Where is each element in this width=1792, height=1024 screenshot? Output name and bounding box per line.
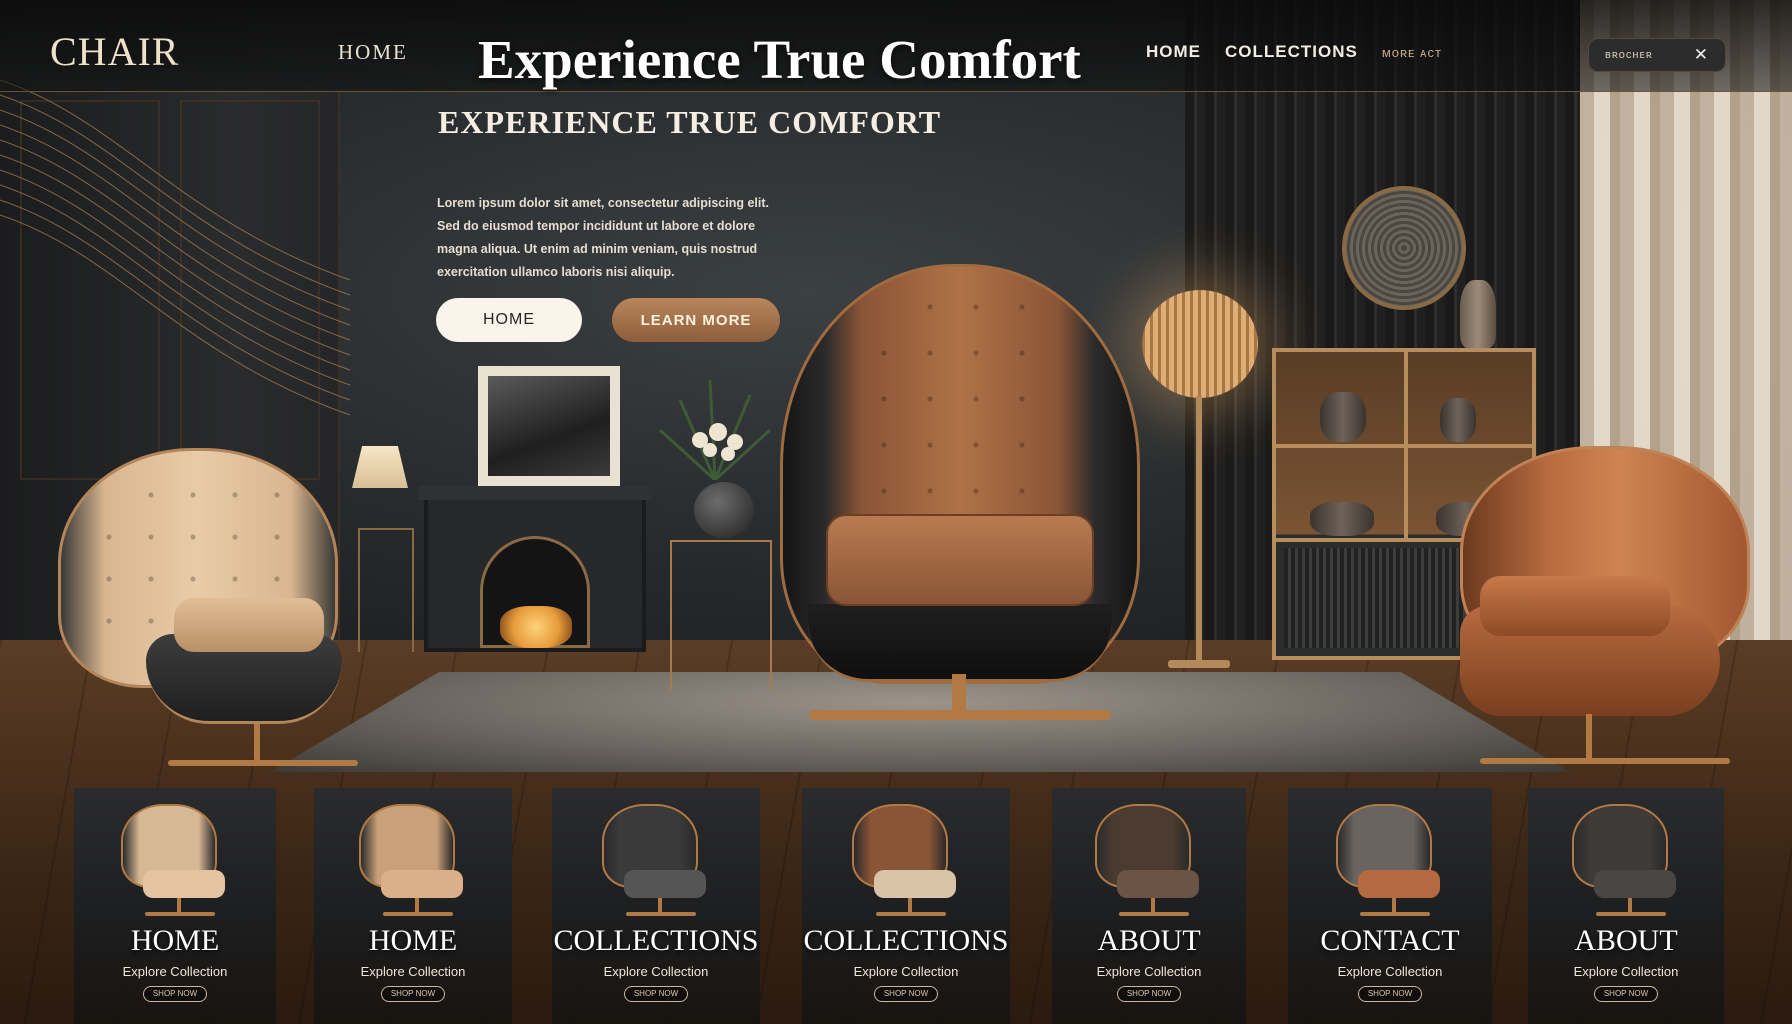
- brand-logo[interactable]: CHAIR: [50, 28, 179, 75]
- learn-more-button[interactable]: LEARN MORE: [612, 298, 780, 342]
- nav-home-link[interactable]: HOME: [1146, 42, 1201, 62]
- chair-seat: [874, 870, 956, 898]
- home-button[interactable]: HOME: [436, 298, 582, 342]
- card-shop-button[interactable]: SHOP NOW: [1594, 986, 1658, 1002]
- nav-pill-label: ʙʀᴏᴄʜᴇʀ: [1605, 49, 1653, 61]
- side-table: [670, 540, 772, 690]
- card-shop-button[interactable]: SHOP NOW: [1358, 986, 1422, 1002]
- chair-thumbnail: [1095, 804, 1203, 916]
- nav-more-link[interactable]: ᴍᴏʀᴇ ᴀᴄᴛ: [1382, 45, 1442, 60]
- chair-seat: [143, 870, 225, 898]
- card-title: HOME: [130, 924, 220, 957]
- close-icon[interactable]: ✕: [1694, 45, 1709, 65]
- card-shop-button[interactable]: SHOP NOW: [381, 986, 445, 1002]
- card-subtitle: Explore Collection: [603, 964, 709, 979]
- chair-seat: [624, 870, 706, 898]
- chair-seat: [1358, 870, 1440, 898]
- category-card[interactable]: HOME Explore Collection SHOP NOW: [314, 788, 512, 1024]
- card-title: COLLECTIONS: [553, 924, 759, 957]
- hero-description-line: exercitation ullamco laboris nisi aliqui…: [437, 265, 675, 279]
- card-shop-button[interactable]: SHOP NOW: [143, 986, 207, 1002]
- lamp-stand: [358, 528, 414, 652]
- card-subtitle: Explore Collection: [1337, 964, 1443, 979]
- chair-thumbnail: [1336, 804, 1444, 916]
- hero-description-line: Lorem ipsum dolor sit amet, consectetur …: [437, 196, 770, 210]
- cream-armchair: [58, 448, 358, 766]
- nav-home-link-left[interactable]: HOME: [338, 40, 408, 65]
- decorative-wall-plate: [1342, 186, 1466, 310]
- card-subtitle: Explore Collection: [122, 964, 228, 979]
- floor-lamp-shade: [1142, 290, 1258, 398]
- chair-thumbnail: [1572, 804, 1680, 916]
- hero-description-line: Sed do eiusmod tempor incididunt ut labo…: [437, 219, 756, 233]
- category-card[interactable]: ABOUT Explore Collection SHOP NOW: [1052, 788, 1246, 1024]
- chair-seat: [1594, 870, 1676, 898]
- card-title: COLLECTIONS: [803, 924, 1009, 957]
- hero-description-line: magna aliqua. Ut enim ad minim veniam, q…: [437, 242, 758, 256]
- category-card[interactable]: ABOUT Explore Collection SHOP NOW: [1528, 788, 1724, 1024]
- floor-lamp-pole: [1196, 396, 1202, 666]
- chair-seat: [1117, 870, 1199, 898]
- nav-pill-button[interactable]: ʙʀᴏᴄʜᴇʀ ✕: [1588, 38, 1726, 72]
- category-card[interactable]: COLLECTIONS Explore Collection SHOP NOW: [802, 788, 1010, 1024]
- card-title: HOME: [368, 924, 458, 957]
- nav-collections-link[interactable]: COLLECTIONS: [1225, 42, 1358, 62]
- floor-lamp-base: [1168, 660, 1230, 668]
- chair-thumbnail: [121, 804, 229, 916]
- card-title: CONTACT: [1320, 924, 1460, 957]
- hero-title: Experience True Comfort: [478, 29, 1081, 90]
- chair-seat: [381, 870, 463, 898]
- card-title: ABOUT: [1097, 924, 1201, 957]
- chair-thumbnail: [852, 804, 960, 916]
- card-subtitle: Explore Collection: [853, 964, 959, 979]
- cognac-armchair: [1460, 446, 1760, 764]
- category-card[interactable]: COLLECTIONS Explore Collection SHOP NOW: [552, 788, 760, 1024]
- card-shop-button[interactable]: SHOP NOW: [1117, 986, 1181, 1002]
- chair-thumbnail: [602, 804, 710, 916]
- primary-nav: HOME COLLECTIONS ᴍᴏʀᴇ ᴀᴄᴛ: [1146, 42, 1442, 62]
- framed-painting: [478, 366, 620, 486]
- featured-leather-chair: [780, 264, 1140, 724]
- hero-scene: CHAIR HOME Experience True Comfort HOME …: [0, 0, 1792, 1024]
- card-subtitle: Explore Collection: [1096, 964, 1202, 979]
- vase: [694, 482, 754, 538]
- card-shop-button[interactable]: SHOP NOW: [624, 986, 688, 1002]
- card-title: ABOUT: [1574, 924, 1678, 957]
- category-card[interactable]: HOME Explore Collection SHOP NOW: [74, 788, 276, 1024]
- card-subtitle: Explore Collection: [1573, 964, 1679, 979]
- fireplace: [418, 486, 652, 652]
- tall-vase: [1460, 280, 1496, 348]
- flower-arrangement: [658, 379, 772, 480]
- category-card[interactable]: CONTACT Explore Collection SHOP NOW: [1288, 788, 1492, 1024]
- card-subtitle: Explore Collection: [360, 964, 466, 979]
- card-shop-button[interactable]: SHOP NOW: [874, 986, 938, 1002]
- hero-description: Lorem ipsum dolor sit amet, consectetur …: [437, 192, 813, 284]
- decorative-wave-art: [0, 79, 351, 416]
- hero-subtitle: EXPERIENCE TRUE COMFORT: [438, 104, 942, 140]
- chair-thumbnail: [359, 804, 467, 916]
